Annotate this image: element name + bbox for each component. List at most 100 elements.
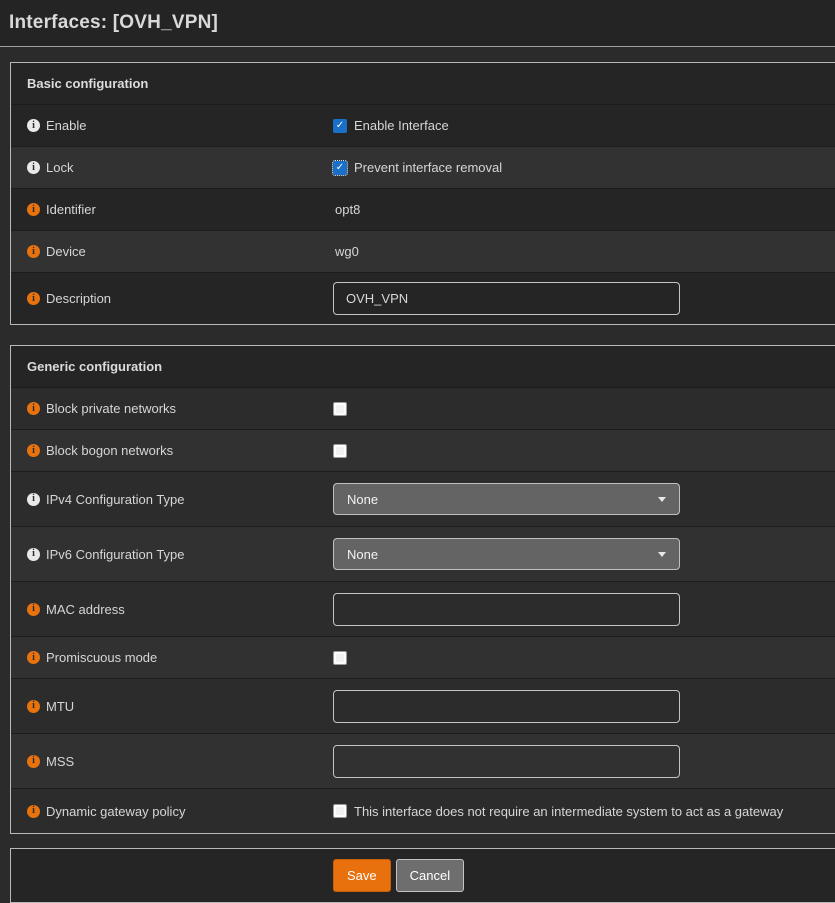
lock-checkbox[interactable]: ✓	[333, 161, 347, 175]
control-cell	[333, 690, 835, 723]
info-icon[interactable]: i	[27, 651, 40, 664]
footer-panel: Save Cancel	[10, 848, 835, 903]
checkbox-label: Prevent interface removal	[354, 160, 502, 175]
label-cell: i MTU	[11, 699, 333, 714]
chevron-down-icon	[658, 552, 666, 557]
field-label: Device	[46, 244, 86, 259]
field-label: MSS	[46, 754, 74, 769]
info-icon[interactable]: i	[27, 203, 40, 216]
label-cell: i MSS	[11, 754, 333, 769]
label-cell: i Device	[11, 244, 333, 259]
page-title: Interfaces: [OVH_VPN]	[9, 12, 218, 34]
identifier-value: opt8	[333, 202, 360, 217]
form-row-lock: i Lock ✓ Prevent interface removal	[11, 146, 835, 188]
mac-address-input[interactable]	[333, 593, 680, 626]
info-icon[interactable]: i	[27, 119, 40, 132]
control-cell: opt8	[333, 202, 835, 217]
panel-basic-configuration: Basic configuration i Enable ✓ Enable Interf…	[10, 62, 835, 325]
ipv6-configuration-type-select[interactable]: None	[333, 538, 680, 570]
control-cell	[333, 745, 835, 778]
form-row-dynamic-gateway-policy: i Dynamic gateway policy This interface do…	[11, 788, 835, 833]
section-header-basic-configuration: Basic configuration	[11, 63, 835, 104]
form-row-mss: i MSS	[11, 733, 835, 788]
form-row-description: i Description	[11, 272, 835, 324]
field-label: Block private networks	[46, 401, 176, 416]
info-icon[interactable]: i	[27, 161, 40, 174]
field-label: MAC address	[46, 602, 125, 617]
control-cell	[333, 402, 835, 416]
control-cell: ✓ Enable Interface	[333, 118, 835, 133]
label-cell: i MAC address	[11, 602, 333, 617]
page-header: Interfaces: [OVH_VPN]	[0, 0, 835, 47]
field-label: Lock	[46, 160, 73, 175]
control-cell: ✓ Prevent interface removal	[333, 160, 835, 175]
chevron-down-icon	[658, 497, 666, 502]
form-row-mac-address: i MAC address	[11, 581, 835, 636]
label-cell: i Identifier	[11, 202, 333, 217]
form-row-enable: i Enable ✓ Enable Interface	[11, 104, 835, 146]
checkbox-label: This interface does not require an inter…	[354, 804, 783, 819]
control-cell	[333, 651, 835, 665]
field-label: Description	[46, 291, 111, 306]
field-label: Promiscuous mode	[46, 650, 157, 665]
field-label: Dynamic gateway policy	[46, 804, 185, 819]
control-cell: None	[333, 483, 835, 515]
control-cell	[333, 282, 835, 315]
block-private-networks-checkbox[interactable]	[333, 402, 347, 416]
field-label: IPv6 Configuration Type	[46, 547, 185, 562]
info-icon[interactable]: i	[27, 805, 40, 818]
info-icon[interactable]: i	[27, 755, 40, 768]
label-cell: i IPv6 Configuration Type	[11, 547, 333, 562]
info-icon[interactable]: i	[27, 402, 40, 415]
section-title: Basic configuration	[27, 76, 148, 91]
section-header-generic-configuration: Generic configuration	[11, 346, 835, 387]
label-cell: i IPv4 Configuration Type	[11, 492, 333, 507]
description-input[interactable]	[333, 282, 680, 315]
form-row-block-bogon-networks: i Block bogon networks	[11, 429, 835, 471]
select-value: None	[347, 492, 378, 507]
info-icon[interactable]: i	[27, 603, 40, 616]
promiscuous-mode-checkbox[interactable]	[333, 651, 347, 665]
cancel-button[interactable]: Cancel	[396, 859, 464, 892]
info-icon[interactable]: i	[27, 245, 40, 258]
panel-generic-configuration: Generic configuration i Block private netw…	[10, 345, 835, 834]
select-value: None	[347, 547, 378, 562]
ipv4-configuration-type-select[interactable]: None	[333, 483, 680, 515]
label-cell: i Lock	[11, 160, 333, 175]
control-cell: wg0	[333, 244, 835, 259]
form-row-mtu: i MTU	[11, 678, 835, 733]
field-label: MTU	[46, 699, 74, 714]
control-cell: This interface does not require an inter…	[333, 804, 835, 819]
control-cell	[333, 593, 835, 626]
info-icon[interactable]: i	[27, 493, 40, 506]
mtu-input[interactable]	[333, 690, 680, 723]
form-row-ipv6-configuration-type: i IPv6 Configuration Type None	[11, 526, 835, 581]
checkbox-label: Enable Interface	[354, 118, 449, 133]
enable-checkbox[interactable]: ✓	[333, 119, 347, 133]
form-row-device: i Device wg0	[11, 230, 835, 272]
label-cell: i Block private networks	[11, 401, 333, 416]
info-icon[interactable]: i	[27, 292, 40, 305]
field-label: IPv4 Configuration Type	[46, 492, 185, 507]
control-cell	[333, 444, 835, 458]
section-title: Generic configuration	[27, 359, 162, 374]
mss-input[interactable]	[333, 745, 680, 778]
form-row-ipv4-configuration-type: i IPv4 Configuration Type None	[11, 471, 835, 526]
info-icon[interactable]: i	[27, 548, 40, 561]
block-bogon-networks-checkbox[interactable]	[333, 444, 347, 458]
control-cell: None	[333, 538, 835, 570]
label-cell: i Description	[11, 291, 333, 306]
form-sections: Basic configuration i Enable ✓ Enable Interf…	[0, 62, 835, 834]
field-label: Block bogon networks	[46, 443, 173, 458]
save-button[interactable]: Save	[333, 859, 391, 892]
label-cell: i Dynamic gateway policy	[11, 804, 333, 819]
form-row-identifier: i Identifier opt8	[11, 188, 835, 230]
field-label: Enable	[46, 118, 86, 133]
info-icon[interactable]: i	[27, 444, 40, 457]
field-label: Identifier	[46, 202, 96, 217]
label-cell: i Enable	[11, 118, 333, 133]
label-cell: i Promiscuous mode	[11, 650, 333, 665]
dynamic-gateway-policy-checkbox[interactable]	[333, 804, 347, 818]
info-icon[interactable]: i	[27, 700, 40, 713]
device-value: wg0	[333, 244, 359, 259]
